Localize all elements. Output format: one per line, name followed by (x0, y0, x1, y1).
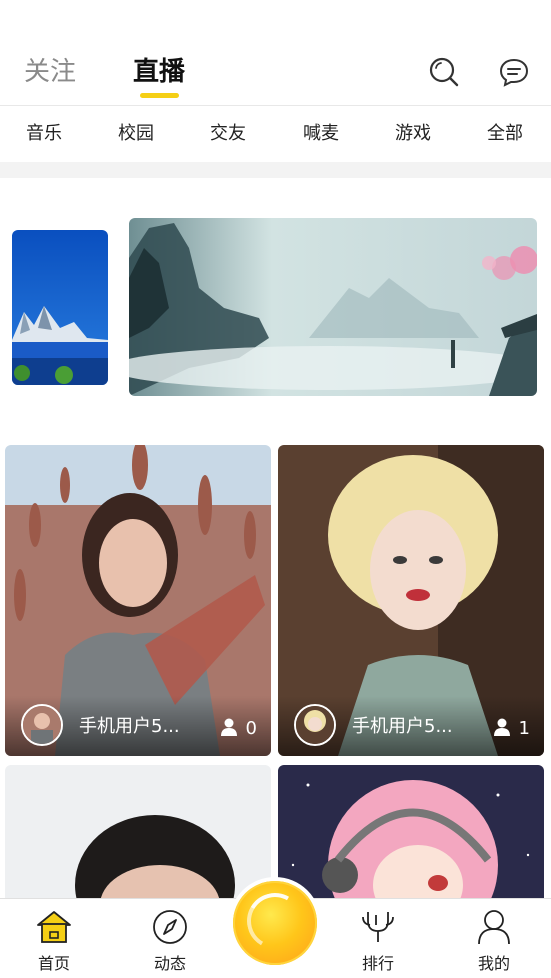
viewer-count: 0 (245, 718, 257, 739)
viewer-count: 1 (518, 718, 530, 739)
category-music[interactable]: 音乐 (26, 122, 62, 146)
streamer-name: 手机用户5... (352, 716, 453, 737)
nav-moments[interactable]: 动态 (130, 899, 210, 978)
section-gap (0, 162, 551, 178)
nav-label: 我的 (477, 954, 510, 973)
user-icon (478, 910, 510, 945)
live-cover-image (5, 765, 271, 898)
compass-icon (153, 910, 187, 944)
message-icon[interactable] (498, 56, 530, 88)
avatar[interactable] (294, 704, 336, 746)
live-start-button[interactable] (229, 877, 321, 969)
trophy-icon (362, 912, 394, 942)
avatar[interactable] (21, 704, 63, 746)
category-bar: 音乐 校园 交友 喊麦 游戏 全部 (0, 106, 551, 162)
nav-label: 排行 (361, 954, 394, 973)
nav-profile[interactable]: 我的 (454, 899, 534, 978)
banner-mountain-lake[interactable] (12, 230, 108, 385)
nav-ranking[interactable]: 排行 (338, 899, 418, 978)
viewer-icon (221, 718, 237, 736)
live-card[interactable] (5, 765, 271, 898)
banner-misty-landscape[interactable] (129, 218, 537, 396)
live-card[interactable]: 手机用户5... 0 (5, 445, 271, 756)
viewer-icon (494, 718, 510, 736)
top-bar: 关注 直播 (0, 0, 551, 105)
category-shout[interactable]: 喊麦 (303, 122, 339, 146)
live-cover-image (278, 765, 544, 898)
live-card[interactable]: 手机用户5... 1 (278, 445, 544, 756)
nav-label: 首页 (37, 954, 70, 973)
home-icon (37, 911, 71, 943)
live-card[interactable] (278, 765, 544, 898)
button-highlight (240, 886, 310, 956)
category-all[interactable]: 全部 (487, 122, 523, 146)
category-campus[interactable]: 校园 (118, 122, 154, 146)
streamer-name: 手机用户5... (79, 716, 180, 737)
category-games[interactable]: 游戏 (395, 122, 431, 146)
tab-follow[interactable]: 关注 (24, 55, 76, 89)
live-start-icon (233, 881, 317, 965)
nav-label: 动态 (153, 954, 186, 973)
category-friends[interactable]: 交友 (210, 122, 246, 146)
active-tab-indicator (140, 93, 179, 98)
search-icon[interactable] (428, 56, 460, 88)
tab-live[interactable]: 直播 (133, 55, 185, 89)
nav-home[interactable]: 首页 (14, 899, 94, 978)
